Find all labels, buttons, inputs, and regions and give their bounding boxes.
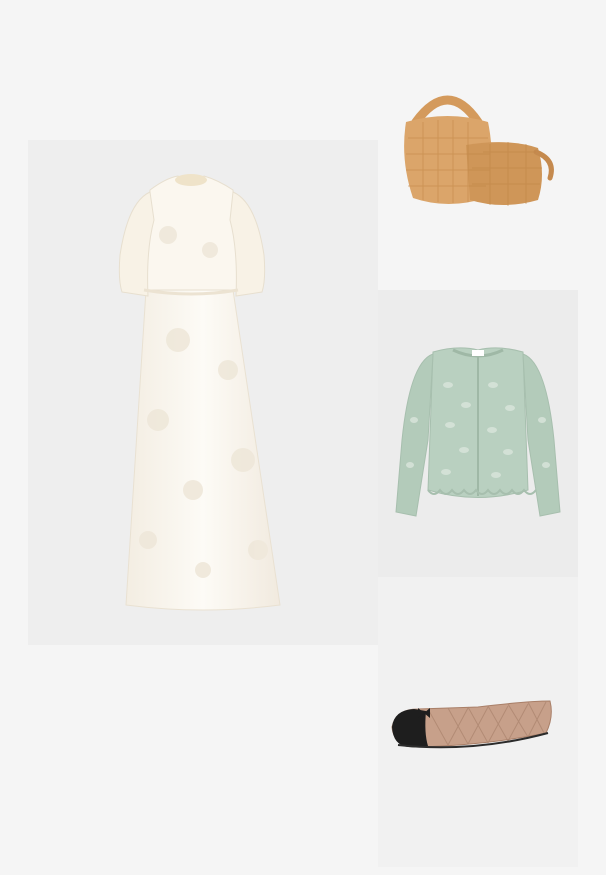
flats-product-tile[interactable] (378, 577, 578, 867)
bag-product-tile[interactable] (378, 60, 578, 290)
dress-image (118, 174, 281, 611)
flats-image (391, 700, 552, 749)
dress-product-tile[interactable] (28, 140, 378, 645)
cardigan-image (395, 347, 561, 517)
outfit-board (0, 0, 606, 875)
cardigan-product-tile[interactable] (378, 290, 578, 577)
bag-image (404, 95, 554, 206)
